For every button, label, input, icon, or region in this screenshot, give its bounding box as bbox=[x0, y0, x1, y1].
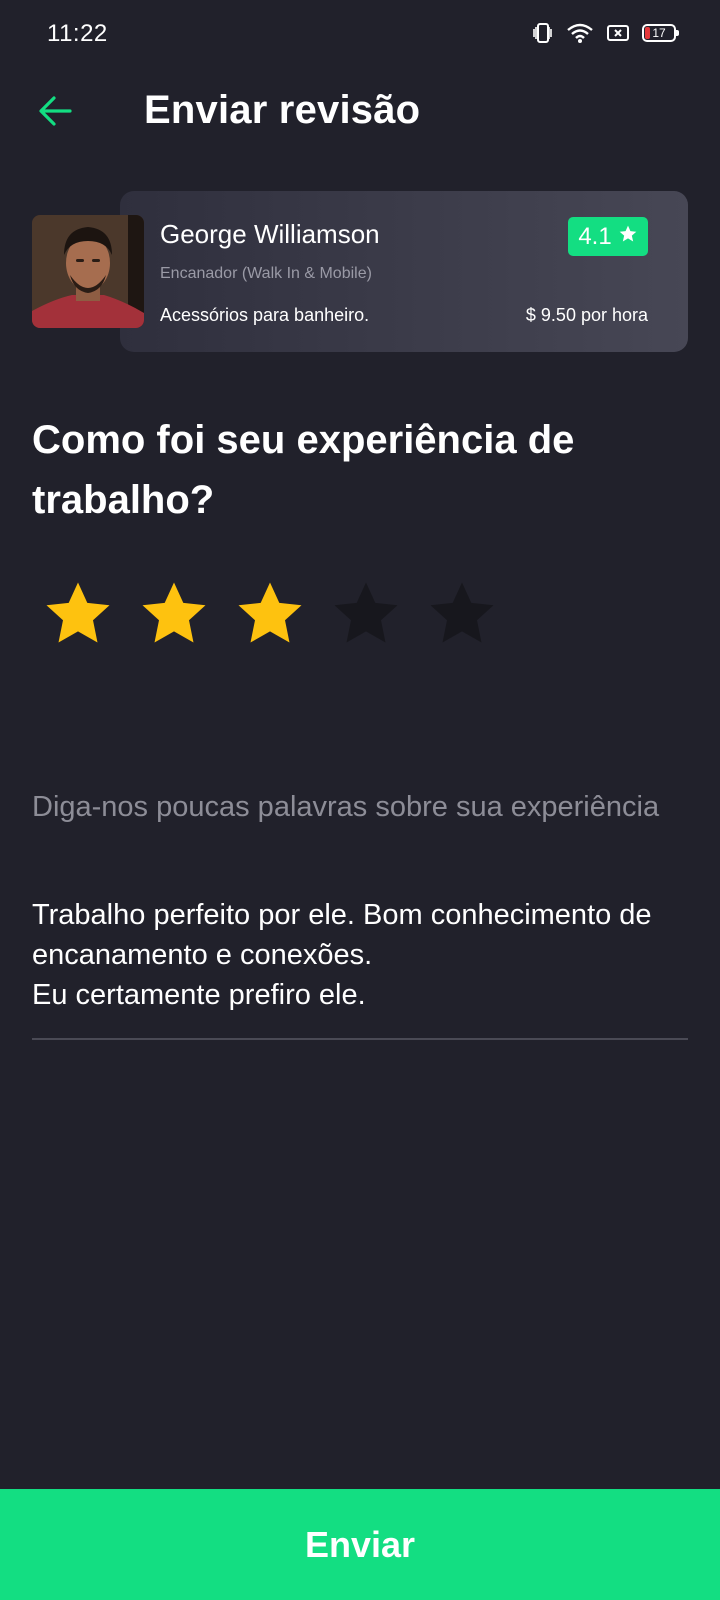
vibrate-icon bbox=[532, 22, 554, 44]
rating-star-4-icon[interactable] bbox=[330, 578, 402, 650]
battery-level: 17 bbox=[652, 26, 666, 40]
rating-star-5-icon[interactable] bbox=[426, 578, 498, 650]
provider-price: $ 9.50 por hora bbox=[525, 305, 648, 325]
page-title: Enviar revisão bbox=[144, 88, 421, 132]
feedback-input[interactable]: Trabalho perfeito por ele. Bom conhecime… bbox=[32, 895, 692, 1015]
rating-value: 4.1 bbox=[578, 222, 612, 250]
status-icons: 17 bbox=[532, 22, 679, 44]
battery-icon: 17 bbox=[642, 24, 679, 42]
feedback-label: Diga-nos poucas palavras sobre sua exper… bbox=[32, 791, 660, 823]
star-rating bbox=[42, 578, 498, 650]
provider-name: George Williamson bbox=[160, 219, 380, 249]
back-button[interactable] bbox=[34, 92, 76, 134]
submit-button[interactable]: Enviar bbox=[0, 1489, 720, 1600]
wifi-icon bbox=[566, 22, 594, 44]
provider-avatar bbox=[32, 215, 144, 328]
provider-role: Encanador (Walk In & Mobile) bbox=[160, 265, 372, 282]
question-heading: Como foi seu experiência de trabalho? bbox=[32, 418, 575, 522]
provider-service: Acessórios para banheiro. bbox=[160, 305, 370, 325]
screen-record-icon bbox=[606, 23, 630, 43]
rating-star-3-icon[interactable] bbox=[234, 578, 306, 650]
app-header: Enviar revisão bbox=[0, 80, 720, 144]
rating-star-1-icon[interactable] bbox=[42, 578, 114, 650]
star-icon bbox=[618, 223, 638, 251]
status-bar: 11:22 17 bbox=[0, 0, 720, 72]
rating-badge: 4.1 bbox=[568, 217, 648, 256]
feedback-divider bbox=[32, 1038, 688, 1040]
arrow-left-icon bbox=[37, 95, 73, 132]
rating-star-2-icon[interactable] bbox=[138, 578, 210, 650]
status-time: 11:22 bbox=[47, 20, 108, 47]
